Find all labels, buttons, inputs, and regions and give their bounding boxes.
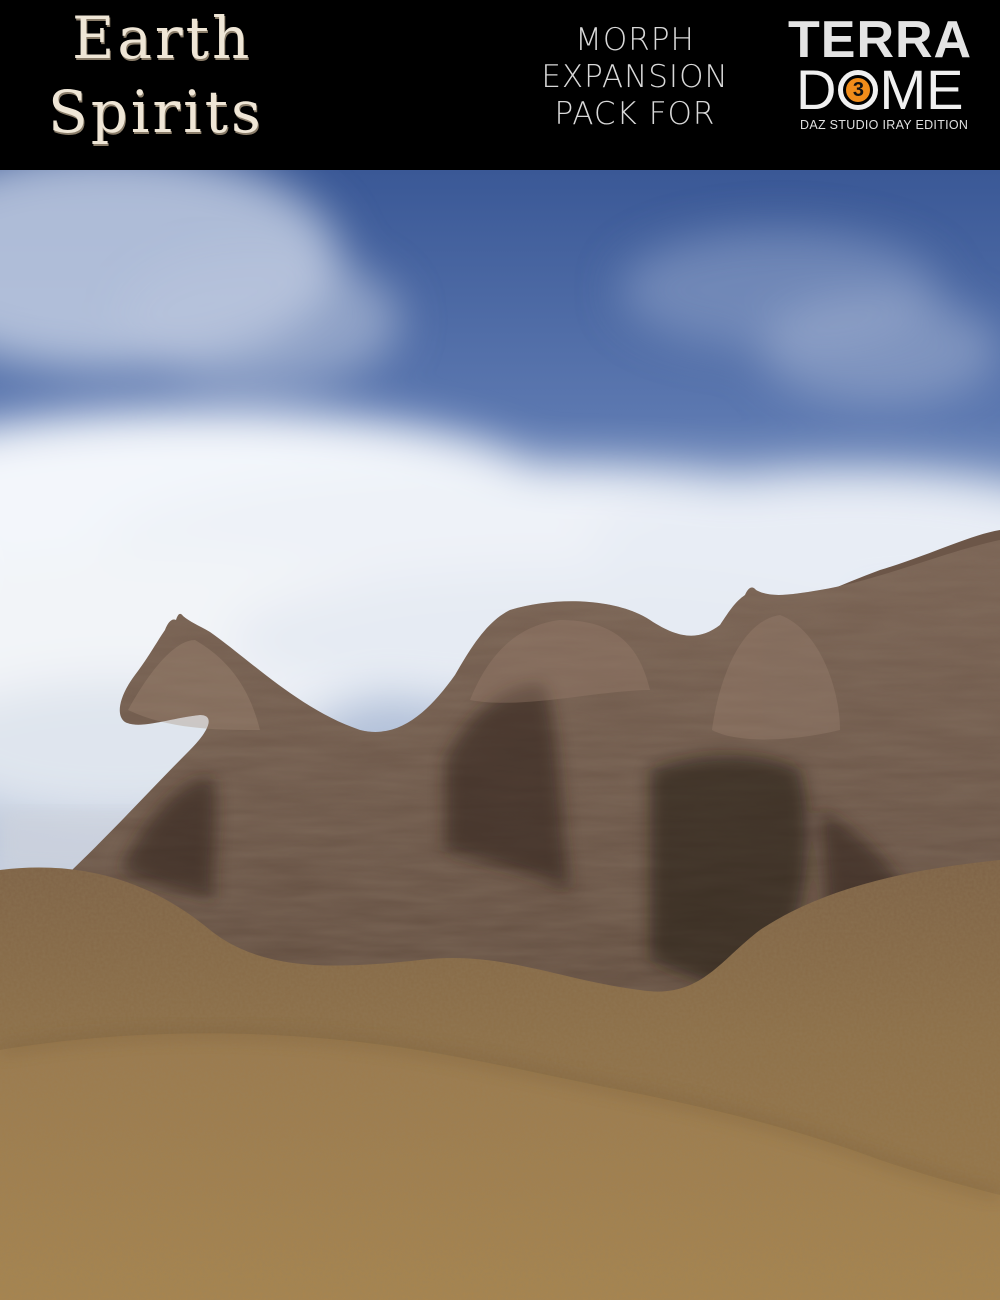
title-line-1: Earth (72, 4, 253, 72)
desert-scene (0, 170, 1000, 1300)
scene-illustration (0, 170, 1000, 1300)
brand-dome-right: ME (879, 58, 964, 121)
header-band: Earth Spirits MORPH EXPANSION PACK FOR T… (0, 0, 1000, 170)
brand-subtitle: DAZ STUDIO IRAY EDITION (800, 118, 969, 132)
brand-dome-number: 3 (846, 78, 871, 102)
brand-dome: D 3 ME (796, 62, 963, 118)
brand-dome-left: D (796, 58, 837, 121)
brand-three-icon: 3 (838, 70, 879, 110)
title-line-2: Spirits (48, 78, 264, 146)
morph-line-1: MORPH (575, 22, 695, 58)
morph-expansion-text: MORPH EXPANSION PACK FOR (530, 22, 740, 133)
morph-line-3: PACK FOR (554, 96, 716, 132)
poster: Earth Spirits MORPH EXPANSION PACK FOR T… (0, 0, 1000, 1300)
morph-line-2: EXPANSION (541, 59, 729, 95)
